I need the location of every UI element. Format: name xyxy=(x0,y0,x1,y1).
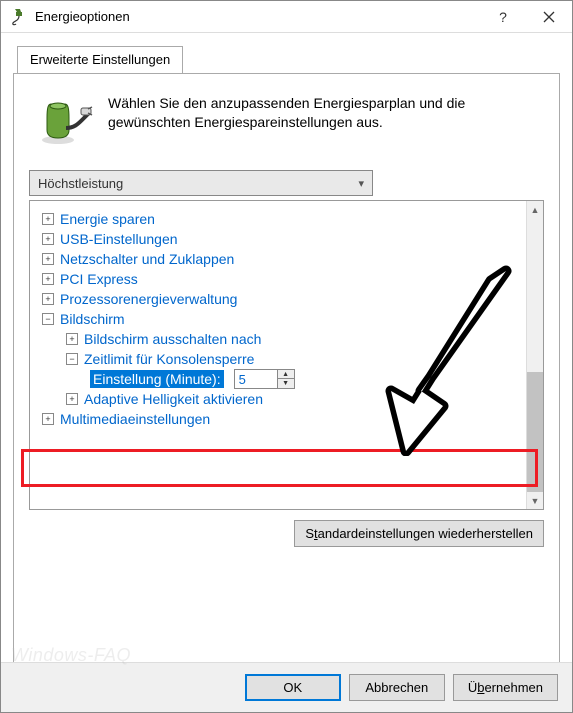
tree-label: Bildschirm ausschalten nach xyxy=(84,331,261,347)
expand-icon[interactable]: + xyxy=(42,253,54,265)
dialog-footer: OK Abbrechen Übernehmen xyxy=(1,662,572,712)
scroll-down-button[interactable]: ▼ xyxy=(527,492,543,509)
intro-text: Wählen Sie den anzupassenden Energiespar… xyxy=(108,94,535,150)
expand-icon[interactable]: + xyxy=(66,393,78,405)
expand-icon[interactable]: + xyxy=(42,273,54,285)
scroll-up-button[interactable]: ▲ xyxy=(527,201,543,218)
setting-spinner[interactable]: ▲ ▼ xyxy=(234,369,295,389)
tree-label: Energie sparen xyxy=(60,211,155,227)
power-plan-combo[interactable]: Höchstleistung ▾ xyxy=(29,170,373,196)
tree-node[interactable]: + Bildschirm ausschalten nach xyxy=(36,329,520,349)
apply-button[interactable]: Übernehmen xyxy=(453,674,558,701)
tree-label: Netzschalter und Zuklappen xyxy=(60,251,234,267)
tree-node[interactable]: + Energie sparen xyxy=(36,209,520,229)
collapse-icon[interactable]: − xyxy=(42,313,54,325)
tree-setting-row: Einstellung (Minute): ▲ ▼ xyxy=(36,369,520,389)
settings-tree[interactable]: + Energie sparen + USB-Einstellungen + Netz… xyxy=(30,201,526,509)
cancel-button[interactable]: Abbrechen xyxy=(349,674,445,701)
titlebar: Energieoptionen ? xyxy=(1,1,572,33)
spin-down-button[interactable]: ▼ xyxy=(278,379,294,388)
expand-icon[interactable]: + xyxy=(66,333,78,345)
tree-node[interactable]: −Bildschirm xyxy=(36,309,520,329)
tree-node[interactable]: + PCI Express xyxy=(36,269,520,289)
restore-defaults-button[interactable]: Standardeinstellungen wiederherstellen xyxy=(294,520,544,547)
scroll-track-top[interactable] xyxy=(527,218,543,372)
power-plan-selected: Höchstleistung xyxy=(38,176,123,191)
setting-value-input[interactable] xyxy=(235,370,277,388)
dialog-window: Energieoptionen ? Erweiterte Einstellung… xyxy=(0,0,573,713)
restore-row: Standardeinstellungen wiederherstellen xyxy=(26,520,544,547)
setting-label: Einstellung (Minute): xyxy=(90,370,224,388)
tree-node[interactable]: + Prozessorenergieverwaltung xyxy=(36,289,520,309)
ok-button[interactable]: OK xyxy=(245,674,341,701)
help-button[interactable]: ? xyxy=(480,2,526,32)
settings-tree-box: + Energie sparen + USB-Einstellungen + Netz… xyxy=(29,200,544,510)
tabstrip: Erweiterte Einstellungen xyxy=(17,45,560,73)
tree-node[interactable]: + Adaptive Helligkeit aktivieren xyxy=(36,389,520,409)
expand-icon[interactable]: + xyxy=(42,293,54,305)
tab-page: Wählen Sie den anzupassenden Energiespar… xyxy=(13,73,560,669)
tree-label: Zeitlimit für Konsolensperre xyxy=(84,351,254,367)
intro-row: Wählen Sie den anzupassenden Energiespar… xyxy=(26,88,547,164)
scroll-thumb[interactable] xyxy=(527,372,543,492)
expand-icon[interactable]: + xyxy=(42,233,54,245)
expand-icon[interactable]: + xyxy=(42,413,54,425)
chevron-down-icon: ▾ xyxy=(358,177,364,190)
window-title: Energieoptionen xyxy=(35,9,480,24)
close-icon xyxy=(543,11,555,23)
tree-scrollbar[interactable]: ▲ ▼ xyxy=(526,201,543,509)
tree-label: USB-Einstellungen xyxy=(60,231,178,247)
tree-label: Bildschirm xyxy=(60,311,125,327)
tree-node[interactable]: + Multimediaeinstellungen xyxy=(36,409,520,429)
tree-label: Multimediaeinstellungen xyxy=(60,411,210,427)
tab-advanced-settings[interactable]: Erweiterte Einstellungen xyxy=(17,46,183,74)
tree-label: Adaptive Helligkeit aktivieren xyxy=(84,391,263,407)
close-button[interactable] xyxy=(526,2,572,32)
spin-up-button[interactable]: ▲ xyxy=(278,370,294,379)
expand-icon[interactable]: + xyxy=(42,213,54,225)
tree-label: PCI Express xyxy=(60,271,138,287)
collapse-icon[interactable]: − xyxy=(66,353,78,365)
tree-label: Prozessorenergieverwaltung xyxy=(60,291,237,307)
client-area: Erweiterte Einstellungen Wählen Sie xyxy=(1,33,572,681)
power-icon xyxy=(9,7,29,27)
spinner-buttons: ▲ ▼ xyxy=(277,370,294,388)
power-plan-icon xyxy=(38,94,94,150)
tree-node[interactable]: −Zeitlimit für Konsolensperre xyxy=(36,349,520,369)
tree-node[interactable]: + USB-Einstellungen xyxy=(36,229,520,249)
tree-node[interactable]: + Netzschalter und Zuklappen xyxy=(36,249,520,269)
